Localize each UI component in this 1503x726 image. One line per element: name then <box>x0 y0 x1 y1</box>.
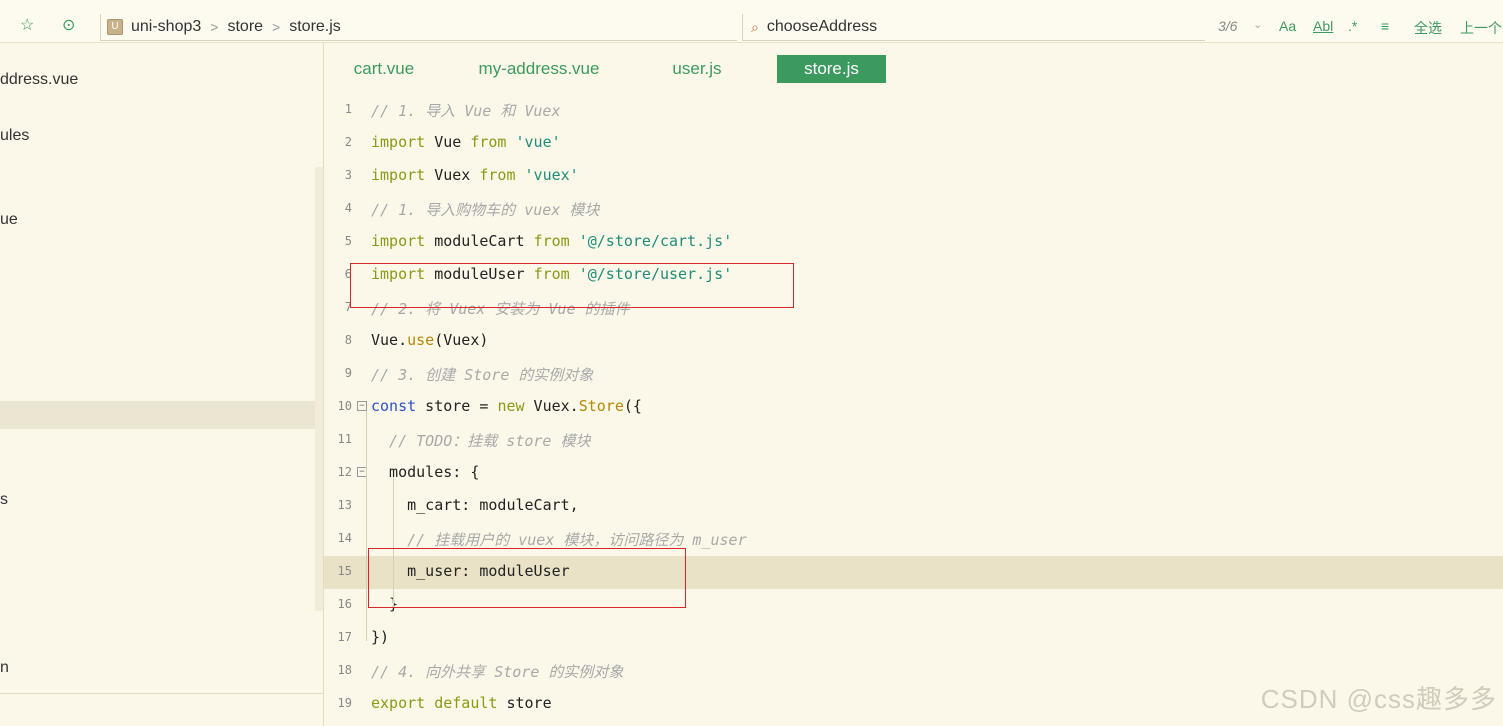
selected-file-row[interactable] <box>0 401 315 429</box>
sidebar-item[interactable]: n <box>0 659 9 677</box>
code-text: import Vue from 'vue' <box>371 133 561 151</box>
code-line: 11 // TODO：挂载 store 模块 <box>324 424 1503 457</box>
fold-minus-icon[interactable]: − <box>357 401 367 411</box>
line-number: 10 <box>337 399 352 413</box>
breadcrumb-file[interactable]: store.js <box>289 18 341 36</box>
line-number: 9 <box>344 366 352 380</box>
code-text: import moduleCart from '@/store/cart.js' <box>371 232 733 250</box>
line-number: 2 <box>344 135 352 149</box>
file-explorer-sidebar: ddress.vue ules ue s n <box>0 43 324 726</box>
code-text: // 1. 导入 Vue 和 Vuex <box>371 102 561 120</box>
line-number: 8 <box>344 333 352 347</box>
code-line: 9 // 3. 创建 Store 的实例对象 <box>324 358 1503 391</box>
code-line: 3 import Vuex from 'vuex' <box>324 160 1503 193</box>
code-line: 2 import Vue from 'vue' <box>324 127 1503 160</box>
code-text: // 4. 向外共享 Store 的实例对象 <box>371 663 624 681</box>
regex-toggle[interactable]: .* <box>1348 18 1357 34</box>
code-line: 10 − const store = new Vuex.Store({ <box>324 391 1503 424</box>
code-text: import Vuex from 'vuex' <box>371 166 579 184</box>
breadcrumb-project[interactable]: uni-shop3 <box>131 18 201 36</box>
tab-cart-vue[interactable]: cart.vue <box>344 55 424 83</box>
code-text: Vue.use(Vuex) <box>371 331 489 349</box>
code-line: 17 }) <box>324 622 1503 655</box>
line-number: 18 <box>337 663 352 677</box>
line-number: 1 <box>344 102 352 116</box>
line-number: 15 <box>337 564 352 578</box>
line-number: 13 <box>337 498 352 512</box>
code-text: export default store <box>371 694 552 712</box>
line-number: 6 <box>344 267 352 281</box>
tab-store-js[interactable]: store.js <box>777 55 886 83</box>
code-text: const store = new Vuex.Store({ <box>371 397 642 415</box>
watermark: CSDN @css趣多多 <box>1260 684 1497 714</box>
annotation-box <box>350 263 794 308</box>
match-case-toggle[interactable]: Aa <box>1279 18 1296 34</box>
line-number: 4 <box>344 201 352 215</box>
sidebar-item[interactable]: ddress.vue <box>0 71 78 89</box>
code-line: 4 // 1. 导入购物车的 vuex 模块 <box>324 193 1503 226</box>
project-logo-icon: U <box>107 19 123 35</box>
search-icon: ⌕ <box>751 18 759 35</box>
whole-word-toggle[interactable]: Abl <box>1313 18 1333 34</box>
fold-guide <box>366 411 367 641</box>
line-number: 16 <box>337 597 352 611</box>
code-text: m_cart: moduleCart, <box>371 496 579 514</box>
match-count: 3/6 <box>1218 18 1238 34</box>
find-bar: ⌕ <box>742 14 1205 41</box>
star-icon[interactable]: ☆ <box>20 16 34 36</box>
select-all-button[interactable]: 全选 <box>1414 18 1442 38</box>
search-input[interactable] <box>766 18 1187 36</box>
code-line: 1 // 1. 导入 Vue 和 Vuex <box>324 94 1503 127</box>
code-text: // 3. 创建 Store 的实例对象 <box>371 366 594 384</box>
tab-user-js[interactable]: user.js <box>664 55 730 83</box>
code-text: modules: { <box>371 463 480 481</box>
chevron-right-icon: > <box>210 19 219 35</box>
breadcrumb: U uni-shop3 > store > store.js <box>100 14 737 41</box>
editor-tabs: cart.vue my-address.vue user.js store.js <box>324 43 1503 91</box>
line-number: 5 <box>344 234 352 248</box>
sidebar-item[interactable]: ue <box>0 211 18 229</box>
line-number: 12 <box>337 465 352 479</box>
sidebar-item[interactable]: s <box>0 491 8 509</box>
code-line: 13 m_cart: moduleCart, <box>324 490 1503 523</box>
code-line: 12 − modules: { <box>324 457 1503 490</box>
code-text: // TODO：挂载 store 模块 <box>371 432 591 450</box>
sidebar-item[interactable]: ules <box>0 127 29 145</box>
sidebar-divider <box>0 693 323 694</box>
code-editor[interactable]: 1 // 1. 导入 Vue 和 Vuex 2 import Vue from … <box>324 92 1503 726</box>
code-text: // 挂载用户的 vuex 模块，访问路径为 m_user <box>371 531 747 549</box>
chevron-down-icon[interactable]: ⌄ <box>1253 18 1262 31</box>
line-number: 14 <box>337 531 352 545</box>
sidebar-scrollbar[interactable] <box>315 167 323 611</box>
breadcrumb-folder[interactable]: store <box>227 18 263 36</box>
list-icon[interactable]: ≡ <box>1381 18 1389 34</box>
line-number: 19 <box>337 696 352 710</box>
code-line: 8 Vue.use(Vuex) <box>324 325 1503 358</box>
tab-my-address-vue[interactable]: my-address.vue <box>472 55 606 83</box>
annotation-box <box>368 548 686 608</box>
line-number: 17 <box>337 630 352 644</box>
line-number: 7 <box>344 300 352 314</box>
code-line: 5 import moduleCart from '@/store/cart.j… <box>324 226 1503 259</box>
toolbar: ☆ ⊙ U uni-shop3 > store > store.js ⌕ 3/6… <box>0 0 1503 43</box>
previous-match-button[interactable]: 上一个 <box>1460 18 1502 38</box>
code-text: }) <box>371 628 390 646</box>
play-circle-icon[interactable]: ⊙ <box>62 16 75 36</box>
line-number: 11 <box>337 432 352 446</box>
chevron-right-icon: > <box>272 19 281 35</box>
line-number: 3 <box>344 168 352 182</box>
code-text: // 1. 导入购物车的 vuex 模块 <box>371 201 600 219</box>
